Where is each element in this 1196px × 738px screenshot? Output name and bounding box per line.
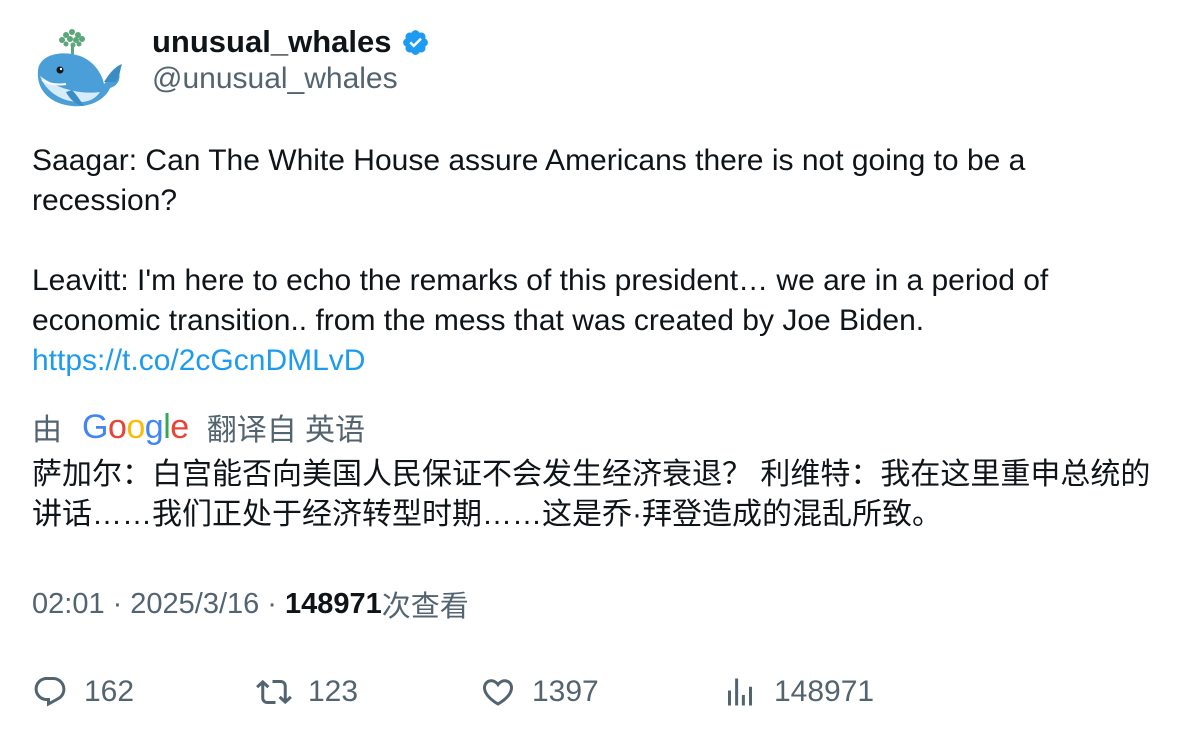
tweet-media-link[interactable]: https://t.co/2cGcnDMLvD	[32, 344, 365, 377]
tweet-date[interactable]: 2025/3/16	[130, 588, 259, 621]
meta-separator: ·	[267, 587, 277, 620]
tweet-meta: 02:01 · 2025/3/16 · 148971 次查看	[32, 584, 469, 624]
author-handle[interactable]: @unusual_whales	[152, 62, 398, 96]
google-logo: Google	[82, 407, 189, 446]
tweet-paragraph-2: Leavitt: I'm here to echo the remarks of…	[32, 264, 1049, 337]
retweet-count: 123	[308, 675, 359, 708]
retweet-button[interactable]: 123	[256, 670, 358, 714]
tweet-text: Saagar: Can The White House assure Ameri…	[32, 141, 1172, 381]
translation-prefix: 由	[32, 414, 62, 447]
reply-count: 162	[84, 675, 135, 708]
author-display-name[interactable]: unusual_whales	[152, 24, 391, 60]
views-label: 次查看	[381, 591, 469, 623]
like-button[interactable]: 1397	[480, 670, 599, 714]
retweet-icon	[256, 679, 292, 705]
views-action-count: 148971	[774, 675, 875, 708]
views-button[interactable]: 148971	[722, 670, 874, 714]
author-avatar[interactable]	[32, 26, 124, 112]
views-count: 148971	[284, 587, 382, 620]
views-chart-icon	[728, 678, 752, 706]
translation-attribution[interactable]: 由 Google 翻译自 英语	[32, 405, 365, 449]
action-bar: 162 123 1397 148971	[32, 670, 1172, 714]
author-name-row[interactable]: unusual_whales	[152, 22, 430, 62]
like-count: 1397	[532, 675, 599, 708]
heart-icon	[482, 679, 514, 706]
tweet-paragraph-1: Saagar: Can The White House assure Ameri…	[32, 144, 1026, 217]
meta-separator: ·	[112, 587, 123, 620]
translation-suffix: 翻译自 英语	[206, 414, 366, 447]
reply-icon	[34, 677, 66, 707]
tweet-time[interactable]: 02:01	[32, 588, 105, 621]
whale-avatar-icon	[37, 29, 122, 107]
reply-button[interactable]: 162	[32, 670, 134, 714]
translated-text: 萨加尔：白宫能否向美国人民保证不会发生经济衰退？ 利维特：我在这里重申总统的讲话…	[32, 458, 1151, 531]
verified-badge-icon	[401, 28, 430, 57]
